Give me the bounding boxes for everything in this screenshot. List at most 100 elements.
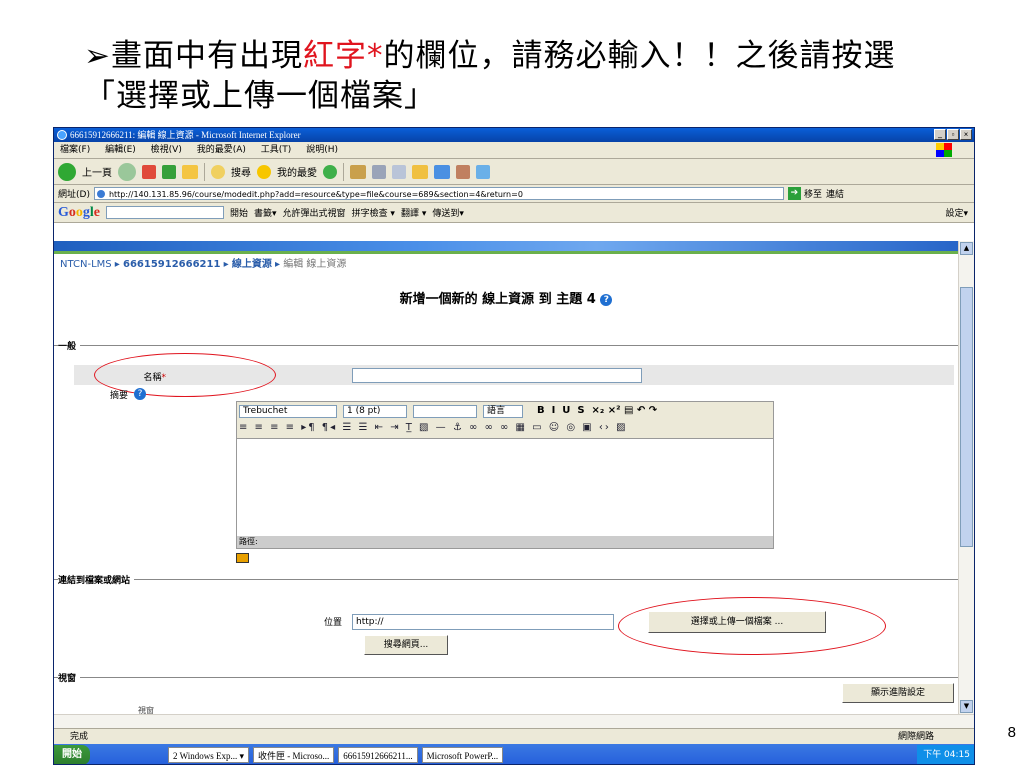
windows-logo-icon <box>936 143 952 157</box>
scroll-up-arrow[interactable]: ▲ <box>960 242 973 255</box>
address-label: 網址(D) <box>58 190 90 200</box>
show-advanced-button[interactable]: 顯示進階設定 <box>842 683 954 703</box>
page-heading: 新增一個新的 線上資源 到 主題 4 ? <box>54 288 958 307</box>
horizontal-scrollbar[interactable] <box>54 714 974 728</box>
messenger-people-icon[interactable] <box>476 164 490 179</box>
alignment-and-insert-buttons[interactable]: ≡ ≡ ≡ ≡ ▸¶ ¶◂ ☰ ☰ ⇤ ⇥ T̲ ▧ — ⚓ ∞ ∞ ∞ ▦ ▭… <box>239 422 628 433</box>
edit-icon[interactable] <box>392 164 406 179</box>
breadcrumb-current: 編輯 線上資源 <box>283 259 347 270</box>
google-bookmarks[interactable]: 書籤▾ <box>254 206 277 219</box>
editor-toolbar: Trebuchet 1 (8 pt) 語言 B I U S ×₂ ×² ▤ ↶ … <box>237 402 773 439</box>
links-label[interactable]: 連結 <box>826 187 844 200</box>
google-logo: Google <box>58 204 100 220</box>
red-text-highlight: 紅字* <box>302 38 384 74</box>
slide-title-line1: ➢畫面中有出現紅字*的欄位，請務必輸入！！之後請按選 <box>84 38 896 74</box>
breadcrumb: NTCN-LMS ▸ 66615912666211 ▸ 線上資源 ▸ 編輯 線上… <box>60 259 347 270</box>
google-start[interactable]: 開始 <box>230 206 248 219</box>
taskbar-item-powerpoint[interactable]: Microsoft PowerP... <box>421 747 504 763</box>
refresh-icon[interactable] <box>162 164 176 179</box>
ie-icon <box>57 130 67 140</box>
standard-toolbar: 上一頁 搜尋 我的最愛 <box>54 159 974 185</box>
window-fieldset-line <box>54 677 958 678</box>
vertical-scrollbar[interactable]: ▲ ▼ <box>958 241 974 714</box>
google-translate[interactable]: 翻譯 ▾ <box>401 206 426 219</box>
favorites-star-icon[interactable] <box>257 164 271 179</box>
taskbar-item-ie[interactable]: 66615912666211... <box>338 747 418 763</box>
location-label: 位置 <box>323 618 342 628</box>
slide-number: 8 <box>1007 724 1016 741</box>
menu-favorites[interactable]: 我的最愛(A) <box>197 145 246 155</box>
mail-icon[interactable] <box>350 164 366 179</box>
home-icon[interactable] <box>182 164 198 179</box>
search-web-button[interactable]: 搜尋網頁... <box>364 635 448 655</box>
zone-indicator: 網際網路 <box>897 732 934 742</box>
back-icon[interactable] <box>58 162 76 181</box>
size-select[interactable]: 1 (8 pt) <box>343 405 407 418</box>
taskbar-item-explorer[interactable]: 2 Windows Exp... ▾ <box>168 747 249 763</box>
maximize-button[interactable]: ▫ <box>947 129 959 140</box>
google-search-input[interactable] <box>106 206 224 219</box>
breadcrumb-site[interactable]: NTCN-LMS <box>60 259 112 270</box>
go-button[interactable]: ➔ 移至 <box>787 187 822 200</box>
history-icon[interactable] <box>323 164 337 179</box>
breadcrumb-course[interactable]: 66615912666211 <box>123 259 220 270</box>
search-label[interactable]: 搜尋 <box>231 164 251 179</box>
address-input[interactable]: http://140.131.85.96/course/modedit.php?… <box>93 187 784 200</box>
status-bar: 完成 網際網路 <box>54 728 974 744</box>
menu-view[interactable]: 檢視(V) <box>151 145 182 155</box>
back-label[interactable]: 上一頁 <box>82 164 112 179</box>
taskbar-item-outlook[interactable]: 收件匣 - Microso... <box>253 747 335 763</box>
general-fieldset-line <box>54 345 958 346</box>
google-toolbar: Google 開始 書籤▾ 允許彈出式視窗 拼字檢查 ▾ 翻譯 ▾ 傳送到▾ 設… <box>54 203 974 223</box>
link-legend: 連結到檔案或網站 <box>58 573 135 586</box>
menu-file[interactable]: 檔案(F) <box>60 145 90 155</box>
editor-path: 路徑: <box>237 536 773 548</box>
folder-icon[interactable] <box>412 164 428 179</box>
stop-icon[interactable] <box>142 164 156 179</box>
menu-help[interactable]: 說明(H) <box>306 145 338 155</box>
style-select[interactable] <box>413 405 477 418</box>
window-titlebar[interactable]: 66615912666211: 編輯 線上資源 - Microsoft Inte… <box>54 128 974 142</box>
research-icon[interactable] <box>456 164 470 179</box>
font-select[interactable]: Trebuchet <box>239 405 337 418</box>
ie-window: 66615912666211: 編輯 線上資源 - Microsoft Inte… <box>53 127 975 765</box>
general-legend: 一般 <box>58 339 81 352</box>
format-buttons[interactable]: B I U S ×₂ ×² ▤ ↶ ↷ <box>537 405 657 416</box>
window-label: 視窗 <box>138 706 154 714</box>
help-icon[interactable]: ? <box>600 293 613 306</box>
google-popups[interactable]: 允許彈出式視窗 <box>283 206 346 219</box>
favorites-label[interactable]: 我的最愛 <box>277 164 317 179</box>
system-tray: 下午 04:15 <box>917 745 974 764</box>
minimize-button[interactable]: _ <box>934 129 946 140</box>
google-settings[interactable]: 設定▾ <box>945 206 968 219</box>
lang-select[interactable]: 語言 <box>483 405 523 418</box>
name-input[interactable] <box>352 368 642 383</box>
print-icon[interactable] <box>372 164 386 179</box>
status-text: 完成 <box>70 732 89 742</box>
site-banner <box>54 241 958 251</box>
editor-help-icon[interactable] <box>236 553 249 563</box>
menu-edit[interactable]: 編輯(E) <box>105 145 136 155</box>
scroll-thumb[interactable] <box>960 287 973 547</box>
breadcrumb-section[interactable]: 線上資源 <box>232 259 272 270</box>
go-arrow-icon: ➔ <box>787 187 801 200</box>
menu-bar: 檔案(F) 編輯(E) 檢視(V) 我的最愛(A) 工具(T) 說明(H) <box>54 142 974 159</box>
close-button[interactable]: × <box>960 129 972 140</box>
forward-icon[interactable] <box>118 162 136 181</box>
search-icon[interactable] <box>211 164 225 179</box>
messenger-icon[interactable] <box>434 164 450 179</box>
annotation-oval-upload <box>618 597 886 655</box>
location-input[interactable]: http:// <box>352 614 614 630</box>
start-button[interactable]: 開始 <box>54 745 90 764</box>
slide-title: ➢畫面中有出現紅字*的欄位，請務必輸入！！之後請按選 「選擇或上傳一個檔案」 <box>84 36 895 116</box>
google-send[interactable]: 傳送到▾ <box>432 206 464 219</box>
address-bar: 網址(D) http://140.131.85.96/course/modedi… <box>54 185 974 203</box>
menu-tools[interactable]: 工具(T) <box>261 145 292 155</box>
scroll-down-arrow[interactable]: ▼ <box>960 700 973 713</box>
clock: 下午 04:15 <box>923 750 970 760</box>
window-title: 66615912666211: 編輯 線上資源 - Microsoft Inte… <box>70 130 301 140</box>
google-spellcheck[interactable]: 拼字檢查 ▾ <box>352 206 395 219</box>
window-legend: 視窗 <box>58 671 81 684</box>
link-fieldset-line <box>54 579 958 580</box>
summary-help-icon[interactable]: ? <box>134 388 146 400</box>
